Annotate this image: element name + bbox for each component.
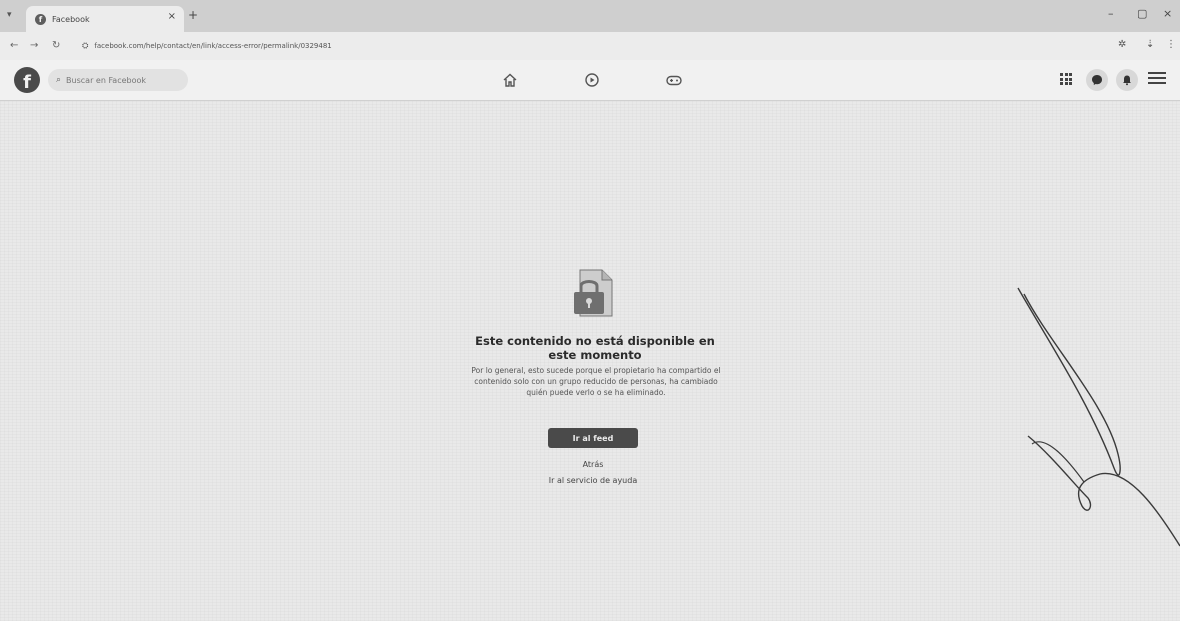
tab-title: Facebook [52, 14, 90, 24]
back-link[interactable]: Atrás [548, 460, 638, 469]
browser-tab-bar: ▾ f Facebook × + – ▢ × [0, 0, 1180, 32]
account-menu-icon[interactable] [1148, 69, 1166, 93]
facebook-favicon-icon: f [35, 13, 46, 25]
grid-menu-icon[interactable] [1060, 73, 1072, 85]
go-to-feed-button[interactable]: Ir al feed [548, 428, 638, 448]
downloads-icon[interactable]: ⇣ [1146, 39, 1154, 50]
handwritten-signature [1017, 287, 1180, 547]
page-title: Este contenido no está disponible en est… [475, 334, 715, 362]
url-text: facebook.com/help/contact/en/link/access… [94, 42, 332, 50]
gaming-icon[interactable] [664, 71, 684, 89]
search-placeholder: Buscar en Facebook [66, 75, 147, 85]
locked-content-illustration-icon [566, 266, 620, 320]
bell-icon[interactable] [1116, 69, 1138, 91]
forward-arrow-icon[interactable]: → [30, 40, 38, 51]
browser-tab[interactable]: f Facebook × [26, 6, 184, 32]
search-input[interactable]: ⌕ Buscar en Facebook [48, 69, 188, 91]
tab-close-icon[interactable]: × [168, 11, 176, 22]
home-icon[interactable] [500, 71, 520, 89]
messenger-icon[interactable] [1086, 69, 1108, 91]
facebook-logo-icon[interactable]: f [14, 67, 40, 93]
url-field[interactable]: ⛭ facebook.com/help/contact/en/link/acce… [82, 38, 1092, 54]
browser-address-bar: ← → ↻ ⛭ facebook.com/help/contact/en/lin… [0, 32, 1180, 60]
window-close-icon[interactable]: × [1163, 7, 1172, 20]
minimize-icon[interactable]: – [1108, 7, 1114, 20]
back-arrow-icon[interactable]: ← [10, 40, 18, 51]
message-description: Por lo general, esto sucede porque el pr… [471, 366, 721, 397]
maximize-icon[interactable]: ▢ [1137, 7, 1147, 20]
new-tab-button[interactable]: + [188, 8, 198, 22]
browser-menu-icon[interactable]: ⋮ [1166, 39, 1176, 50]
facebook-header: f ⌕ Buscar en Facebook [0, 60, 1180, 101]
help-center-link[interactable]: Ir al servicio de ayuda [520, 476, 666, 485]
extensions-icon[interactable]: ✲ [1118, 39, 1126, 50]
search-icon: ⌕ [56, 75, 62, 85]
reload-icon[interactable]: ↻ [52, 40, 60, 51]
video-icon[interactable] [582, 71, 602, 89]
site-info-icon[interactable]: ⛭ [82, 41, 88, 51]
tab-list-icon[interactable]: ▾ [7, 10, 12, 20]
